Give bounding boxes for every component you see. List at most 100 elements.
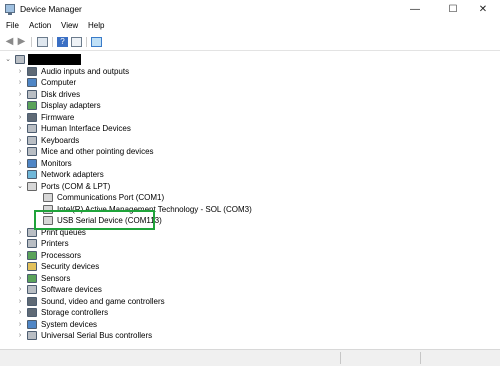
window-title: Device Manager <box>20 4 82 14</box>
expand-chevron-icon[interactable]: › <box>16 89 24 100</box>
hid-icon <box>27 124 37 133</box>
mouse-icon <box>27 147 37 156</box>
back-arrow-icon[interactable]: ◀ <box>4 37 15 47</box>
tree-category[interactable]: › Printers <box>16 238 480 250</box>
printer-icon <box>27 239 37 248</box>
tree-category[interactable]: › Monitors <box>16 158 480 170</box>
maximize-button[interactable]: ☐ <box>436 0 470 19</box>
device-manager-icon <box>5 4 15 15</box>
expand-chevron-icon[interactable]: › <box>16 77 24 88</box>
tree-category[interactable]: › Software devices <box>16 284 480 296</box>
expand-chevron-icon[interactable]: › <box>16 307 24 318</box>
menu-view[interactable]: View <box>61 21 78 30</box>
software-device-icon <box>27 285 37 294</box>
tree-category[interactable]: › Firmware <box>16 112 480 124</box>
computer-icon <box>27 78 37 87</box>
scan-hardware-changes-icon[interactable] <box>91 37 102 47</box>
collapse-chevron-icon[interactable]: ⌄ <box>16 181 24 192</box>
expand-chevron-icon[interactable]: › <box>16 319 24 330</box>
tree-category[interactable]: › Disk drives <box>16 89 480 101</box>
tree-root[interactable]: ⌄ <box>0 54 200 66</box>
sensor-icon <box>27 273 37 283</box>
tree-category[interactable]: › Display adapters <box>16 100 480 112</box>
keyboard-icon <box>27 135 37 145</box>
expand-chevron-icon[interactable]: › <box>16 238 24 249</box>
highlight-box <box>34 210 155 230</box>
tree-item-label: Computer <box>41 78 77 87</box>
properties-icon[interactable] <box>71 37 82 47</box>
tree-category[interactable]: › Universal Serial Bus controllers <box>16 330 480 342</box>
disk-drive-icon <box>27 89 37 99</box>
speaker-icon <box>27 66 37 76</box>
port-icon <box>43 193 53 202</box>
expand-chevron-icon[interactable]: › <box>16 146 24 157</box>
forward-arrow-icon[interactable]: ▶ <box>16 37 27 47</box>
menu-action[interactable]: Action <box>29 21 51 30</box>
tree-category[interactable]: › Computer <box>16 77 480 89</box>
monitor-icon <box>27 158 37 168</box>
usb-controller-icon <box>27 331 37 340</box>
tree-category[interactable]: › Human Interface Devices <box>16 123 480 135</box>
expand-chevron-icon[interactable]: › <box>16 330 24 341</box>
expand-chevron-icon[interactable]: › <box>16 296 24 307</box>
expand-chevron-icon[interactable]: › <box>16 66 24 77</box>
expand-chevron-icon[interactable]: › <box>16 112 24 123</box>
expand-chevron-icon[interactable]: › <box>16 227 24 238</box>
tree-item-label: Firmware <box>41 112 75 122</box>
security-device-icon <box>27 262 37 271</box>
tree-item-label: Security devices <box>41 262 100 271</box>
menu-file[interactable]: File <box>6 21 19 30</box>
title-bar: Device Manager — ☐ ✕ <box>0 0 500 19</box>
tree-category[interactable]: › Processors <box>16 250 480 262</box>
expand-chevron-icon[interactable]: › <box>16 284 24 295</box>
device-tree: ⌄ › Audio inputs and outputs › Computer › Dis… <box>0 51 500 349</box>
tree-item-label: Storage controllers <box>41 308 109 317</box>
tree-category[interactable]: › Security devices <box>16 261 480 273</box>
toolbar-separator <box>86 37 87 47</box>
tree-category[interactable]: › Network adapters <box>16 169 480 181</box>
expand-chevron-icon[interactable]: › <box>16 158 24 169</box>
tree-item-label: Audio inputs and outputs <box>41 66 130 76</box>
close-button[interactable]: ✕ <box>466 0 500 19</box>
tree-item-label: Keyboards <box>41 135 80 145</box>
network-adapter-icon <box>27 170 37 179</box>
tree-category[interactable]: › System devices <box>16 319 480 331</box>
expand-chevron-icon[interactable]: › <box>16 261 24 272</box>
tree-item-label: Universal Serial Bus controllers <box>41 331 153 340</box>
processor-icon <box>27 250 37 260</box>
tree-item-label: Sound, video and game controllers <box>41 296 165 306</box>
tree-item-label: Processors <box>41 250 82 260</box>
tree-item-label: Monitors <box>41 158 72 168</box>
port-icon <box>27 181 37 191</box>
status-separator <box>340 352 341 364</box>
tree-category[interactable]: › Mice and other pointing devices <box>16 146 480 158</box>
redacted-computer-name <box>28 54 81 65</box>
minimize-button[interactable]: — <box>398 0 432 19</box>
tree-category[interactable]: › Keyboards <box>16 135 480 147</box>
tree-category[interactable]: ⌄ Ports (COM & LPT) <box>16 181 480 193</box>
computer-root-icon <box>15 55 25 64</box>
help-icon[interactable]: ? <box>57 37 68 47</box>
collapse-chevron-icon[interactable]: ⌄ <box>4 54 12 65</box>
tree-item-label: Software devices <box>41 285 102 294</box>
expand-chevron-icon[interactable]: › <box>16 100 24 111</box>
tree-item-label: Display adapters <box>41 101 101 110</box>
toolbar: ◀ ▶ ? <box>0 34 500 51</box>
expand-chevron-icon[interactable]: › <box>16 250 24 261</box>
tree-item-label: Network adapters <box>41 170 104 179</box>
expand-chevron-icon[interactable]: › <box>16 169 24 180</box>
tree-item-label: Disk drives <box>41 89 81 99</box>
toolbar-separator <box>31 37 32 47</box>
firmware-icon <box>27 112 37 122</box>
tree-category[interactable]: › Sensors <box>16 273 480 285</box>
tree-item-label: Communications Port (COM1) <box>57 193 165 202</box>
tree-device[interactable]: Communications Port (COM1) <box>32 192 480 204</box>
menu-help[interactable]: Help <box>88 21 104 30</box>
tree-category[interactable]: › Sound, video and game controllers <box>16 296 480 308</box>
tree-category[interactable]: › Storage controllers <box>16 307 480 319</box>
show-hide-tree-icon[interactable] <box>37 37 48 47</box>
expand-chevron-icon[interactable]: › <box>16 135 24 146</box>
expand-chevron-icon[interactable]: › <box>16 273 24 284</box>
tree-category[interactable]: › Audio inputs and outputs <box>16 66 480 78</box>
expand-chevron-icon[interactable]: › <box>16 123 24 134</box>
